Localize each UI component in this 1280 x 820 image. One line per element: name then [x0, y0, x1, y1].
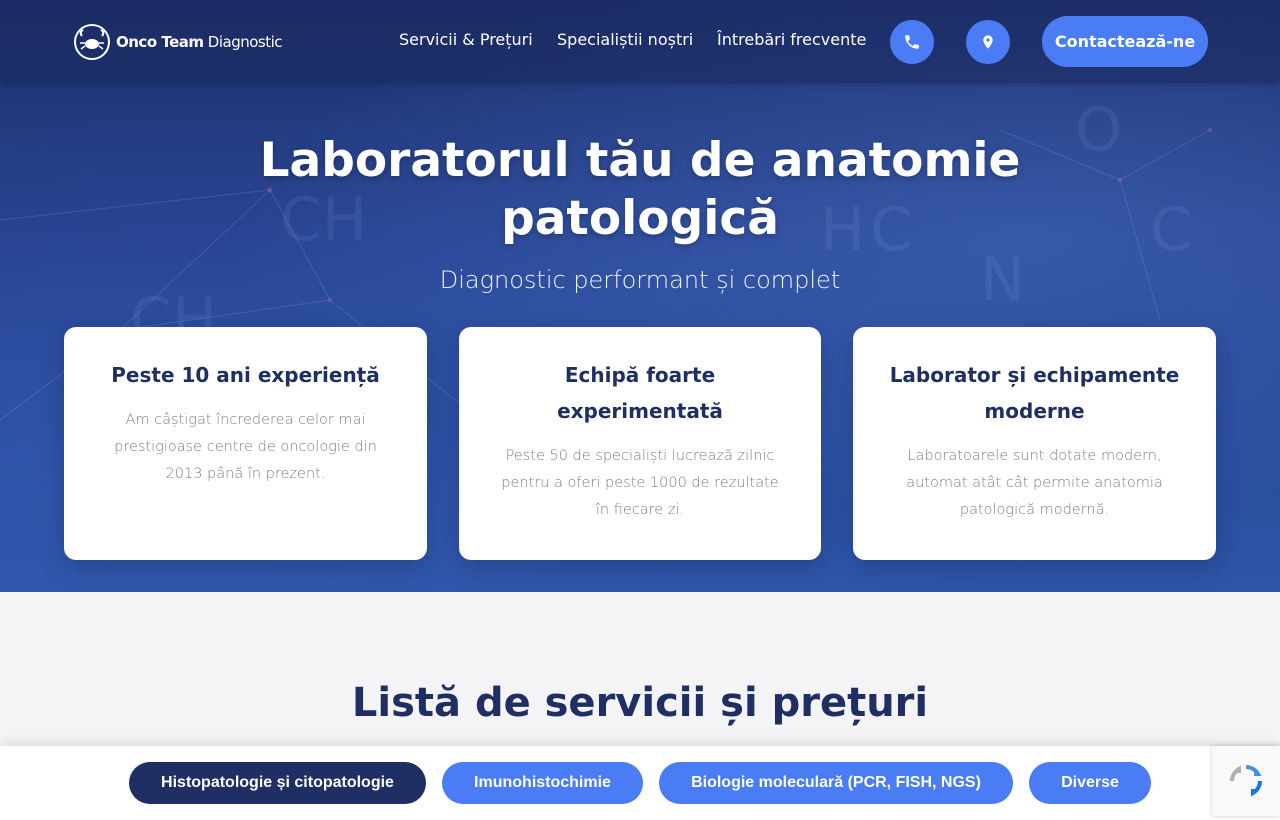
top-navigation: Onco Team Diagnostic Servicii & Prețuri …	[0, 0, 1280, 83]
tab-histopathology[interactable]: Histopatologie și citopatologie	[129, 762, 426, 804]
feature-card-team: Echipă foarte experimentată Peste 50 de …	[459, 327, 821, 560]
recaptcha-badge[interactable]	[1212, 746, 1280, 816]
feature-card-laboratory: Laborator și echipamente moderne Laborat…	[853, 327, 1216, 560]
onco-team-logo[interactable]: Onco Team Diagnostic	[72, 21, 283, 63]
feature-card-text: Peste 50 de specialiști lucrează zilnic …	[501, 448, 779, 518]
logo-brand-light: Diagnostic	[207, 33, 283, 51]
feature-card-text: Am câștigat încrederea celor mai prestig…	[114, 412, 377, 482]
hero-subtitle: Diagnostic performant și complet	[439, 266, 841, 294]
tab-immunohistochemistry[interactable]: Imunohistochimie	[442, 762, 643, 804]
hero-title-line1: Laboratorul tău de anatomie	[259, 133, 1021, 188]
feature-card-title: Laborator și echipamente moderne	[889, 363, 1180, 423]
nav-link-services-prices[interactable]: Servicii & Prețuri	[399, 30, 533, 49]
crab-logo-icon	[74, 24, 110, 60]
svg-text:C: C	[1150, 195, 1192, 265]
tab-molecular-biology[interactable]: Biologie moleculară (PCR, FISH, NGS)	[659, 762, 1013, 804]
svg-text:O: O	[1075, 95, 1122, 165]
logo-brand-bold: Onco Team	[116, 33, 204, 51]
location-button[interactable]	[966, 20, 1010, 64]
contact-button[interactable]: Contactează-ne	[1042, 16, 1208, 67]
phone-icon	[905, 35, 919, 49]
recaptcha-icon	[1230, 765, 1262, 797]
phone-button[interactable]	[890, 20, 934, 64]
services-section-title: Listă de servicii și prețuri	[351, 680, 929, 726]
nav-link-specialists[interactable]: Specialiștii noștri	[557, 30, 693, 49]
service-category-tabs: Histopatologie și citopatologie Imunohis…	[0, 746, 1280, 820]
logo-text: Onco Team Diagnostic	[116, 33, 283, 51]
feature-card-title: Peste 10 ani experiență	[111, 363, 380, 387]
hero-section: CH H C N O C CH Onco Team Diagnostic Ser…	[0, 0, 1280, 592]
hero-title-line2: patologică	[501, 191, 779, 246]
nav-link-faq[interactable]: Întrebări frecvente	[717, 30, 866, 49]
feature-card-title: Echipă foarte experimentată	[557, 363, 723, 423]
feature-card-text: Laboratoarele sunt dotate modern, automa…	[906, 448, 1163, 518]
map-pin-icon	[983, 35, 993, 49]
feature-card-experience: Peste 10 ani experiență Am câștigat încr…	[64, 327, 427, 560]
tab-miscellaneous[interactable]: Diverse	[1029, 762, 1151, 804]
hero-title: Laboratorul tău de anatomie patologică	[200, 132, 1080, 248]
